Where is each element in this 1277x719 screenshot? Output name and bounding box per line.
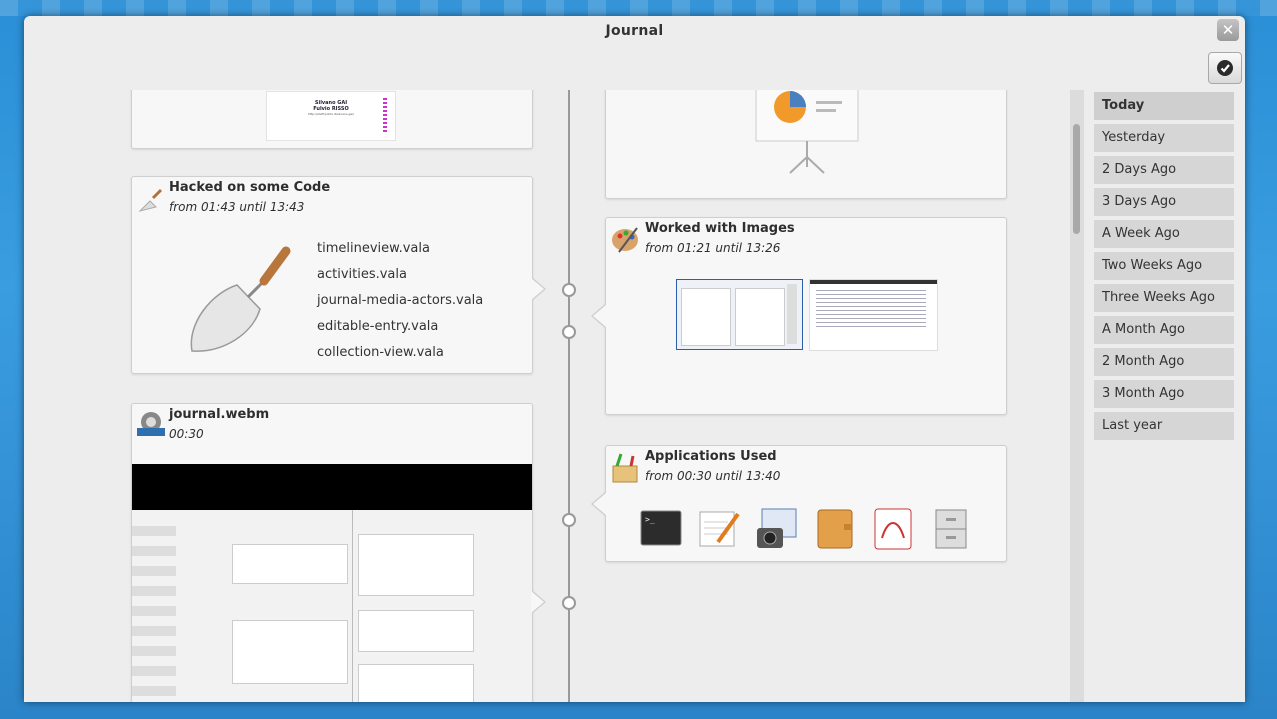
- time-to: 13:40: [745, 469, 781, 483]
- activity-card-code[interactable]: Hacked on some Code from 01:43 until 13:…: [131, 176, 533, 374]
- time-until: until: [715, 241, 743, 255]
- video-card-thumb: [358, 534, 474, 596]
- activity-card-apps[interactable]: Applications Used from 00:30 until 13:40…: [605, 445, 1007, 562]
- close-icon: ✕: [1221, 21, 1235, 39]
- time-from: from 01:21: [645, 241, 712, 255]
- sidebar-item-3-month-ago[interactable]: 3 Month Ago: [1094, 380, 1234, 408]
- file-item[interactable]: activities.vala: [317, 267, 407, 282]
- file-item[interactable]: timelineview.vala: [317, 241, 430, 256]
- video-card-thumb: [232, 544, 348, 584]
- timeline-view[interactable]: Silvano GAI Fulvio RISSO http://staff.po…: [124, 90, 1068, 702]
- sidebar-item-2-days-ago[interactable]: 2 Days Ago: [1094, 156, 1234, 184]
- video-axis-thumb: [352, 510, 353, 702]
- titlebar: Journal ✕: [24, 16, 1245, 46]
- journal-window: Journal ✕ Silvano GAI Fulvio RISSO http:…: [24, 16, 1245, 702]
- video-card-thumb: [358, 664, 474, 702]
- sidebar-item-last-year[interactable]: Last year: [1094, 412, 1234, 440]
- timeline-node[interactable]: [562, 283, 576, 297]
- trowel-large-icon: [190, 246, 291, 352]
- address-book-icon[interactable]: [814, 508, 856, 550]
- timeline-node[interactable]: [562, 325, 576, 339]
- thumb-dots: [383, 98, 387, 134]
- sidebar-item-two-weeks-ago[interactable]: Two Weeks Ago: [1094, 252, 1234, 280]
- time-to: 13:26: [745, 241, 781, 255]
- time-to: 13:43: [269, 200, 305, 214]
- applications-icon: [612, 453, 638, 483]
- thumb-panel: [816, 290, 926, 330]
- trowel-small-icon: [138, 188, 163, 212]
- image-thumbnail[interactable]: [676, 279, 803, 350]
- video-card-thumb: [232, 620, 348, 684]
- file-item[interactable]: collection-view.vala: [317, 345, 444, 360]
- activity-card-document[interactable]: Silvano GAI Fulvio RISSO http://staff.po…: [131, 90, 533, 149]
- activity-card-video[interactable]: journal.webm 00:30: [131, 403, 533, 702]
- video-panel: [132, 510, 532, 702]
- card-time: from 01:43 until 13:43: [169, 200, 304, 214]
- thumb-panel: [735, 288, 785, 346]
- card-title: Worked with Images: [645, 221, 795, 236]
- pdf-reader-icon[interactable]: [872, 508, 914, 550]
- sidebar-item-yesterday[interactable]: Yesterday: [1094, 124, 1234, 152]
- thumb-line-3: http://staff.polito.it/silvano.gai/: [307, 112, 355, 116]
- refresh-button[interactable]: [1208, 52, 1242, 84]
- card-pointer: [531, 277, 546, 301]
- timeline-axis: [568, 90, 570, 702]
- close-button[interactable]: ✕: [1217, 19, 1239, 41]
- sidebar-item-2-month-ago[interactable]: 2 Month Ago: [1094, 348, 1234, 376]
- paint-palette-icon: [612, 227, 638, 253]
- file-item[interactable]: journal-media-actors.vala: [317, 293, 483, 308]
- activity-card-presentation[interactable]: [605, 90, 1007, 199]
- sidebar-item-three-weeks-ago[interactable]: Three Weeks Ago: [1094, 284, 1234, 312]
- time-from: from 01:43: [169, 200, 236, 214]
- time-until: until: [239, 200, 267, 214]
- refresh-icon: [1217, 60, 1233, 76]
- sidebar-item-3-days-ago[interactable]: 3 Days Ago: [1094, 188, 1234, 216]
- screenshot-icon[interactable]: [756, 508, 798, 550]
- time-from: from 00:30: [645, 469, 712, 483]
- video-sidebar-thumb: [132, 526, 176, 702]
- card-pointer: [591, 304, 606, 328]
- timeline-node[interactable]: [562, 596, 576, 610]
- card-time: from 00:30 until 13:40: [645, 469, 780, 483]
- card-pointer: [531, 590, 546, 614]
- thumb-panel: [810, 280, 937, 284]
- card-pointer: [591, 492, 606, 516]
- scrollbar-thumb[interactable]: [1073, 124, 1080, 234]
- svg-text:>_: >_: [645, 515, 655, 524]
- activity-card-images[interactable]: Worked with Images from 01:21 until 13:2…: [605, 217, 1007, 415]
- window-title: Journal: [605, 23, 664, 39]
- thumb-panel: [681, 288, 731, 346]
- terminal-icon[interactable]: >_: [640, 508, 682, 550]
- desktop-background: [0, 0, 1277, 16]
- sidebar-item-today[interactable]: Today: [1094, 92, 1234, 120]
- image-thumbnail[interactable]: [809, 279, 938, 351]
- scrollbar[interactable]: [1070, 90, 1084, 702]
- time-until: until: [715, 469, 743, 483]
- video-preview[interactable]: [132, 464, 532, 702]
- video-duration: 00:30: [169, 427, 204, 441]
- card-title: Applications Used: [645, 449, 777, 464]
- card-title: journal.webm: [169, 407, 270, 422]
- presentation-icon: [755, 90, 859, 174]
- card-time: from 01:21 until 13:26: [645, 241, 780, 255]
- thumb-panel: [787, 284, 797, 344]
- card-title: Hacked on some Code: [169, 180, 331, 195]
- document-thumbnail: Silvano GAI Fulvio RISSO http://staff.po…: [266, 91, 396, 141]
- sidebar-item-a-week-ago[interactable]: A Week Ago: [1094, 220, 1234, 248]
- text-editor-icon[interactable]: [698, 508, 740, 550]
- video-file-icon: [137, 412, 165, 436]
- sidebar-item-a-month-ago[interactable]: A Month Ago: [1094, 316, 1234, 344]
- video-card-thumb: [358, 610, 474, 652]
- video-topbar: [132, 464, 532, 510]
- file-cabinet-icon[interactable]: [930, 508, 972, 550]
- file-item[interactable]: editable-entry.vala: [317, 319, 438, 334]
- timeline-node[interactable]: [562, 513, 576, 527]
